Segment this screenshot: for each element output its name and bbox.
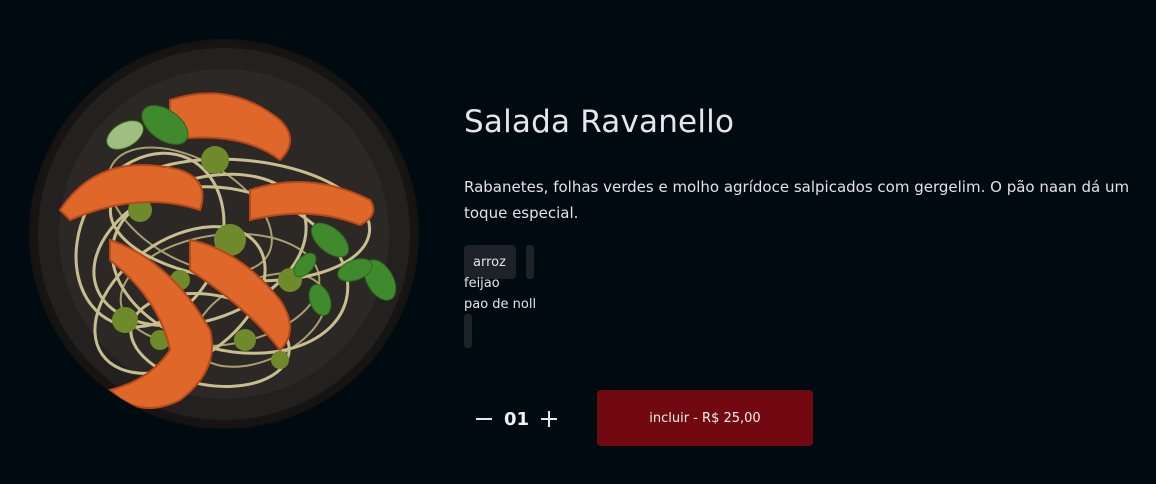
tag-label-1: arroz: [473, 255, 506, 270]
minus-icon[interactable]: [474, 409, 494, 429]
tag-label-2: feijao: [464, 276, 500, 291]
plus-icon[interactable]: [539, 409, 559, 429]
product-title: Salada Ravanello: [464, 104, 735, 140]
quantity-value: 01: [504, 408, 530, 430]
tag-chip-empty[interactable]: [526, 245, 534, 279]
product-page: Salada Ravanello Rabanetes, folhas verde…: [0, 0, 1156, 484]
add-to-order-button[interactable]: incluir - R$ 25,00: [597, 390, 813, 446]
quantity-stepper: 01: [474, 404, 559, 434]
dish-illustration: [38, 48, 410, 420]
product-description: Rabanetes, folhas verdes e molho agrídoc…: [464, 178, 1130, 222]
dish-image: [30, 40, 418, 428]
tag-label-3: pao de noll: [464, 297, 537, 312]
tag-chip-empty[interactable]: [464, 314, 472, 348]
